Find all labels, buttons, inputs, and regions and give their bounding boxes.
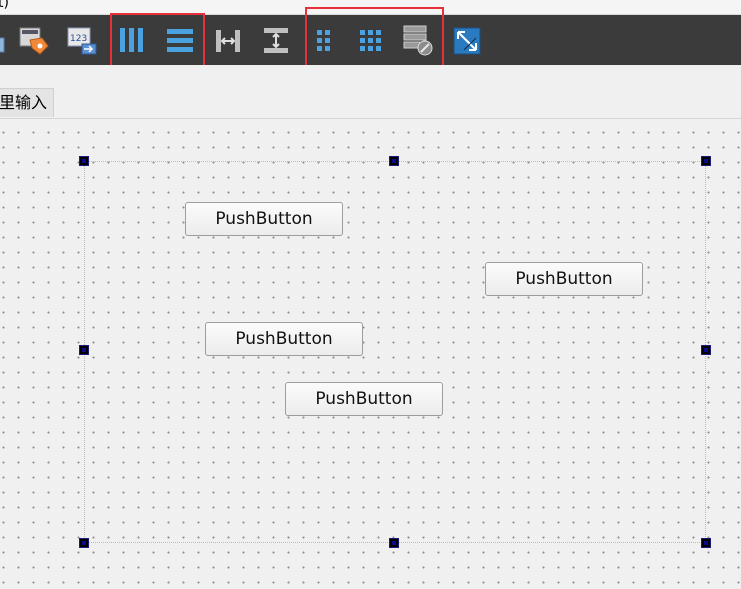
selection-handle[interactable]	[701, 345, 711, 355]
adjust-size-icon[interactable]	[450, 20, 486, 60]
partial-toolbar-icon[interactable]	[0, 20, 10, 60]
selection-handle[interactable]	[79, 156, 89, 166]
push-button-4[interactable]: PushButton	[285, 382, 443, 416]
edit-buddies-icon[interactable]: 123	[64, 20, 100, 60]
widget-box-tab-strip	[0, 65, 741, 87]
selection-handle[interactable]	[79, 345, 89, 355]
form-editor-toolbar: 123	[0, 7, 741, 73]
selection-handle[interactable]	[389, 156, 399, 166]
edit-tab-order-icon[interactable]	[16, 20, 52, 60]
selection-handle[interactable]	[79, 538, 89, 548]
highlight-box-linear-layouts	[110, 13, 205, 73]
selection-handle[interactable]	[389, 538, 399, 548]
layout-frame	[84, 161, 706, 543]
push-button-2[interactable]: PushButton	[485, 262, 643, 296]
selection-handle[interactable]	[701, 538, 711, 548]
selection-handle[interactable]	[701, 156, 711, 166]
layout-horizontal-splitter-icon[interactable]	[210, 20, 246, 60]
widget-box-tab[interactable]: 里输入	[0, 88, 55, 117]
push-button-1[interactable]: PushButton	[185, 202, 343, 236]
svg-text:123: 123	[70, 34, 87, 44]
highlight-box-grid-layouts	[305, 7, 444, 73]
menu-bar-text: t)	[0, 0, 9, 11]
layout-vertical-splitter-icon[interactable]	[258, 20, 294, 60]
push-button-3[interactable]: PushButton	[205, 322, 363, 356]
